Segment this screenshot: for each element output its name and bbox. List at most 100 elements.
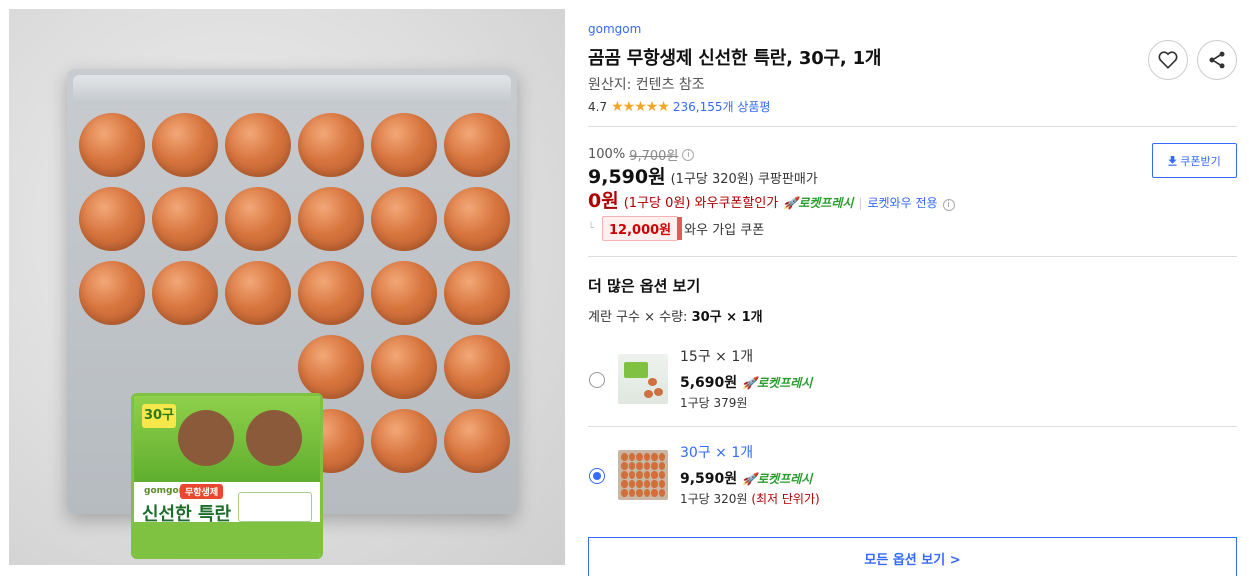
- brand-link[interactable]: gomgom: [588, 22, 641, 36]
- option-summary-label: 계란 구수 × 수량:: [588, 310, 688, 325]
- thumb-egg: [644, 390, 653, 398]
- divider: [588, 126, 1237, 127]
- thumb-egg: [621, 453, 628, 461]
- option-radio[interactable]: [589, 372, 605, 388]
- thumb-egg: [648, 378, 657, 386]
- egg: [444, 113, 510, 177]
- egg: [79, 261, 145, 325]
- thumb-egg: [628, 471, 635, 479]
- option-item[interactable]: 15구 × 1개 5,690원 🚀로켓프레시 1구당 379원: [588, 346, 1237, 416]
- rating-value: 4.7: [588, 99, 608, 114]
- thumb-egg: [658, 462, 665, 470]
- egg: [298, 113, 364, 177]
- egg: [152, 113, 218, 177]
- thumb-egg: [654, 388, 663, 396]
- separator: |: [858, 196, 863, 210]
- egg: [371, 409, 437, 473]
- option-summary: 계란 구수 × 수량: 30구 × 1개: [588, 306, 763, 325]
- egg-tray: 30구 gomgom 무항생제 신선한 특란: [67, 69, 517, 559]
- info-icon[interactable]: i: [682, 148, 695, 161]
- thumb-egg: [621, 489, 628, 497]
- thumb-egg-grid: [621, 453, 665, 497]
- all-options-button[interactable]: 모든 옵션 보기 >: [588, 537, 1237, 576]
- option-unit-price: 1구당 379원: [680, 396, 748, 410]
- wow-coupon-amount[interactable]: 12,000원: [602, 216, 683, 241]
- product-title: 곰곰 무항생제 신선한 특란, 30구, 1개: [588, 48, 882, 69]
- rocket-icon: 🚀: [783, 196, 799, 210]
- egg: [444, 261, 510, 325]
- option-summary-value: 30구 × 1개: [691, 310, 763, 325]
- wishlist-button[interactable]: [1148, 40, 1188, 80]
- egg: [79, 187, 145, 251]
- thumb-egg: [628, 462, 635, 470]
- egg: [298, 261, 364, 325]
- rocket-fresh-label: 로켓프레시: [798, 196, 854, 210]
- thumb-egg: [636, 489, 643, 497]
- option-radio-selected[interactable]: [589, 468, 605, 484]
- coupon-button-label: 쿠폰받기: [1180, 154, 1221, 168]
- rocket-icon: 🚀: [742, 375, 758, 390]
- info-icon[interactable]: i: [942, 199, 955, 211]
- rocket-fresh-badge: 🚀로켓프레시: [783, 194, 853, 211]
- egg: [152, 261, 218, 325]
- label-hole: [246, 410, 302, 466]
- thumb-label: [624, 362, 648, 378]
- label-count: 30구: [142, 404, 176, 428]
- lowest-unit-price-note: (최저 단위가): [751, 492, 820, 506]
- rocket-fresh-badge: 🚀로켓프레시: [742, 470, 812, 487]
- thumb-egg: [643, 462, 650, 470]
- egg: [444, 409, 510, 473]
- thumb-egg: [658, 471, 665, 479]
- coupon-price-row: 0원 (1구당 0원) 와우쿠폰할인가 🚀로켓프레시 | 로켓와우 전용 i: [588, 186, 955, 213]
- thumb-egg: [643, 480, 650, 488]
- thumb-egg: [621, 462, 628, 470]
- option-unit-value: 1구당 320원: [680, 492, 748, 506]
- thumb-egg: [643, 453, 650, 461]
- option-price: 9,590원: [680, 471, 738, 487]
- product-main-image[interactable]: 30구 gomgom 무항생제 신선한 특란: [9, 9, 565, 565]
- share-icon: [1209, 51, 1225, 69]
- label-box: [238, 492, 312, 522]
- share-button[interactable]: [1197, 40, 1237, 80]
- egg: [79, 113, 145, 177]
- thumb-egg: [658, 453, 665, 461]
- thumb-egg: [636, 453, 643, 461]
- divider: [588, 256, 1237, 257]
- option-unit-price: 1구당 320원 (최저 단위가): [680, 490, 820, 507]
- option-item[interactable]: 30구 × 1개 9,590원 🚀로켓프레시 1구당 320원 (최저 단위가): [588, 442, 1237, 512]
- sale-price-row: 9,590원 (1구당 320원) 쿠팡판매가: [588, 162, 818, 189]
- star-rating-icon: ★★★★★: [611, 98, 670, 115]
- sale-unit-price: (1구당 320원) 쿠팡판매가: [670, 172, 818, 187]
- review-count-link[interactable]: 236,155개 상품평: [673, 98, 771, 115]
- product-label: 30구 gomgom 무항생제 신선한 특란: [131, 393, 323, 559]
- thumb-egg: [651, 471, 658, 479]
- coupon-price: 0원: [588, 190, 619, 212]
- egg: [444, 187, 510, 251]
- origin-text: 원산지: 컨텐츠 참조: [588, 77, 705, 93]
- egg: [371, 187, 437, 251]
- thumb-egg: [658, 480, 665, 488]
- egg: [298, 335, 364, 399]
- label-hole: [178, 410, 234, 466]
- more-options-heading: 더 많은 옵션 보기: [588, 277, 701, 295]
- option-price: 5,690원: [680, 375, 738, 391]
- thumb-egg: [658, 489, 665, 497]
- divider: [588, 426, 1237, 427]
- tray-lid: [73, 75, 511, 105]
- rocket-icon: 🚀: [742, 471, 758, 486]
- thumb-egg: [636, 462, 643, 470]
- wow-coupon-row: └ 12,000원 와우 가입 쿠폰: [588, 216, 764, 241]
- option-price-row: 9,590원 🚀로켓프레시: [680, 468, 812, 488]
- thumb-egg: [651, 489, 658, 497]
- option-name: 15구 × 1개: [680, 349, 754, 365]
- download-coupon-button[interactable]: 쿠폰받기: [1152, 143, 1237, 178]
- thumb-egg: [651, 462, 658, 470]
- thumb-egg: [643, 471, 650, 479]
- heart-icon: [1158, 51, 1178, 69]
- thumb-egg: [636, 480, 643, 488]
- egg: [371, 261, 437, 325]
- thumb-egg: [636, 471, 643, 479]
- egg: [225, 261, 291, 325]
- discount-rate: 100%: [588, 147, 626, 162]
- thumb-egg: [651, 480, 658, 488]
